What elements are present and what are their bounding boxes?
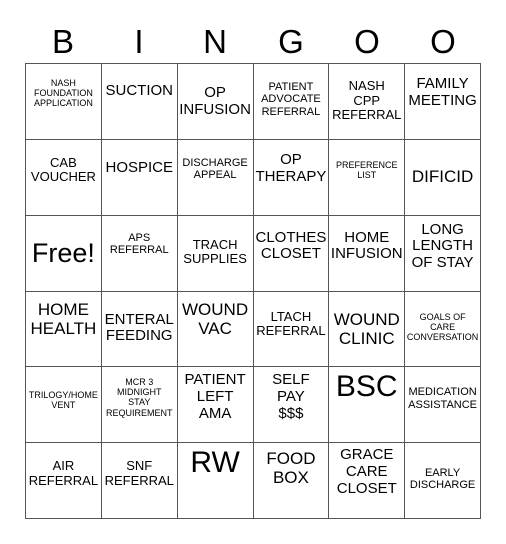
bingo-cell-label: HOME HEALTH xyxy=(30,299,97,338)
bingo-cell[interactable]: TRILOGY/HOME VENT xyxy=(26,367,102,444)
bingo-cell-label: PREFERENCE LIST xyxy=(335,159,398,180)
bingo-cell[interactable]: WOUND CLINIC xyxy=(329,291,406,368)
free-space-cell[interactable]: Free! xyxy=(26,215,102,292)
bingo-cell[interactable]: OP INFUSION xyxy=(177,64,254,140)
bingo-cell-label: MCR 3 MIDNIGHT STAY REQUIREMENT xyxy=(105,377,173,418)
bingo-cell-label: LONG LENGTH OF STAY xyxy=(411,220,474,272)
bingo-cell[interactable]: TRACH SUPPLIES xyxy=(177,215,254,292)
bingo-cell-label: AIR REFERRAL xyxy=(28,458,99,488)
bingo-cell[interactable]: NASH CPP REFERRAL xyxy=(329,64,406,140)
bingo-cell[interactable]: AIR REFERRAL xyxy=(26,443,102,519)
bingo-cell-label: PATIENT ADVOCATE REFERRAL xyxy=(261,81,321,118)
bingo-cell-label: HOSPICE xyxy=(105,158,173,176)
bingo-cell-label: SUCTION xyxy=(105,82,173,99)
bingo-header: B I N G O O xyxy=(25,22,481,62)
bingo-cell-label: LTACH REFERRAL xyxy=(256,308,326,339)
bingo-cell[interactable]: GRACE CARE CLOSET xyxy=(329,443,406,519)
bingo-cell[interactable]: PATIENT LEFT AMA xyxy=(177,367,254,444)
bingo-cell-label: SNF REFERRAL xyxy=(104,458,174,488)
bingo-cell-label: GOALS OF CARE CONVERSATION xyxy=(406,311,479,342)
bingo-cell[interactable]: LTACH REFERRAL xyxy=(253,291,330,368)
bingo-cell[interactable]: CAB VOUCHER xyxy=(26,139,102,216)
bingo-cell-label: MEDICATION ASSISTANCE xyxy=(408,386,478,411)
bingo-cell-label: WOUND VAC xyxy=(182,299,249,338)
bingo-cell-label: EARLY DISCHARGE xyxy=(409,467,476,492)
bingo-cell[interactable]: FAMILY MEETING xyxy=(405,64,481,140)
bingo-cell[interactable]: APS REFERRAL xyxy=(101,215,178,292)
bingo-cell[interactable]: SNF REFERRAL xyxy=(101,443,178,519)
bingo-cell[interactable]: EARLY DISCHARGE xyxy=(405,443,481,519)
bingo-cell-label: DIFICID xyxy=(411,166,474,186)
header-letter: O xyxy=(354,23,380,60)
bingo-cell[interactable]: ENTERAL FEEDING xyxy=(101,291,178,368)
bingo-cell[interactable]: WOUND VAC xyxy=(177,291,254,368)
header-letter: I xyxy=(134,23,144,60)
header-letter: G xyxy=(278,23,304,60)
bingo-cell-label: APS REFERRAL xyxy=(109,231,169,256)
bingo-cell[interactable]: NASH FOUNDATION APPLICATION xyxy=(26,64,102,140)
header-letter: N xyxy=(203,23,227,60)
bingo-cell[interactable]: FOOD BOX xyxy=(253,443,330,519)
bingo-cell[interactable]: PATIENT ADVOCATE REFERRAL xyxy=(253,64,330,140)
bingo-cell-label: TRACH SUPPLIES xyxy=(183,236,247,267)
bingo-cell-label: OP INFUSION xyxy=(179,84,251,118)
bingo-cell[interactable]: SELF PAY $$$ xyxy=(253,367,330,444)
bingo-cell-label: TRILOGY/HOME VENT xyxy=(28,390,98,411)
bingo-cell-label: RW xyxy=(190,446,240,480)
bingo-cell-label: WOUND CLINIC xyxy=(333,309,400,348)
bingo-cell-label: CAB VOUCHER xyxy=(30,154,96,185)
bingo-cell-label: HOME INFUSION xyxy=(330,228,403,263)
bingo-cell-label: SELF PAY $$$ xyxy=(272,371,310,422)
bingo-cell[interactable]: SUCTION xyxy=(101,64,178,140)
header-letter: O xyxy=(430,23,456,60)
bingo-cell[interactable]: RW xyxy=(177,443,254,519)
bingo-cell-label: FOOD BOX xyxy=(266,449,316,488)
bingo-cell[interactable]: DISCHARGE APPEAL xyxy=(177,139,254,216)
bingo-cell[interactable]: DIFICID xyxy=(405,139,481,216)
bingo-cell[interactable]: OP THERAPY xyxy=(253,139,330,216)
bingo-cell[interactable]: HOME INFUSION xyxy=(329,215,406,292)
bingo-cell-label: ENTERAL FEEDING xyxy=(104,310,174,345)
bingo-cell[interactable]: HOSPICE xyxy=(101,139,178,216)
bingo-cell[interactable]: CLOTHES CLOSET xyxy=(253,215,330,292)
bingo-cell[interactable]: HOME HEALTH xyxy=(26,291,102,368)
bingo-cell[interactable]: LONG LENGTH OF STAY xyxy=(405,215,481,292)
bingo-cell-label: NASH FOUNDATION APPLICATION xyxy=(33,78,93,109)
bingo-cell[interactable]: PREFERENCE LIST xyxy=(329,139,406,216)
bingo-cell[interactable]: BSC xyxy=(329,367,406,444)
bingo-cell-label: GRACE CARE CLOSET xyxy=(336,446,397,497)
bingo-cell-label: FAMILY MEETING xyxy=(408,75,477,109)
bingo-cell-label: BSC xyxy=(335,370,398,404)
header-letter: B xyxy=(51,23,74,60)
bingo-card-grid: NASH FOUNDATION APPLICATION SUCTION OP INF… xyxy=(25,63,481,519)
bingo-cell[interactable]: GOALS OF CARE CONVERSATION xyxy=(405,291,481,368)
bingo-cell[interactable]: MEDICATION ASSISTANCE xyxy=(405,367,481,444)
bingo-cell-label: OP THERAPY xyxy=(255,150,327,185)
bingo-cell-label: NASH CPP REFERRAL xyxy=(332,78,402,123)
bingo-cell-label: PATIENT LEFT AMA xyxy=(184,371,246,422)
bingo-cell-label: DISCHARGE APPEAL xyxy=(182,156,248,182)
bingo-cell-label: Free! xyxy=(31,237,95,268)
bingo-cell[interactable]: MCR 3 MIDNIGHT STAY REQUIREMENT xyxy=(101,367,178,444)
bingo-cell-label: CLOTHES CLOSET xyxy=(255,228,327,263)
